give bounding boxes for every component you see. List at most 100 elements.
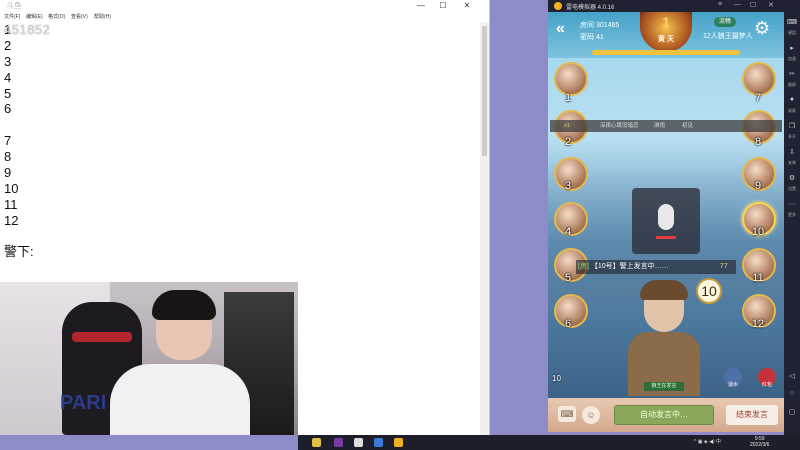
seat-number: 8 (754, 136, 762, 148)
seat-number: 3 (564, 180, 572, 192)
sidebar-label: 键盘 (788, 30, 796, 35)
red-packet-label: 红包 (761, 382, 772, 388)
menu-format[interactable]: 格式(O) (48, 13, 65, 20)
room-tag: [房] (578, 263, 589, 270)
bottom-action-bar: ⌨ ☺ 自动发言中… 结束发言 (548, 398, 784, 432)
room-password: 密码 41 (580, 34, 604, 41)
text-line: 9 (4, 165, 12, 181)
notepad-text-area[interactable]: 1 2 3 4 5 6 7 8 9 10 11 12 警下: (4, 22, 34, 260)
menu-icon[interactable]: ≡ (718, 1, 722, 8)
end-speech-button[interactable]: 结束发言 (726, 405, 778, 425)
room-number: 房间 301465 (580, 22, 620, 29)
recents-nav-icon[interactable]: ▢ (787, 408, 797, 418)
menu-edit[interactable]: 编辑(E) (26, 13, 43, 20)
sidebar-label: 加速 (788, 56, 796, 61)
back-icon[interactable]: « (556, 20, 565, 38)
notepad-scrollbar[interactable] (480, 22, 489, 435)
rescue-button[interactable]: 退水 (724, 368, 742, 388)
player-counter: 10 (552, 374, 561, 383)
text-line: 6 (4, 101, 12, 117)
emulator-window[interactable]: 雷电模拟器 4.0.16 ≡ — ☐ ✕ « 房间 301465 密码 41 1… (548, 0, 784, 432)
emulator-logo-icon (554, 2, 562, 10)
sidebar-label: 截屏 (788, 82, 796, 87)
gear-icon[interactable]: ⚙ (754, 18, 770, 39)
text-line: 5 (4, 85, 12, 101)
text-line: 4 (4, 69, 12, 85)
speaking-text: 【10号】警上发言中…… (590, 263, 669, 270)
app-icon[interactable] (334, 438, 343, 447)
app-icon[interactable] (354, 438, 363, 447)
progress-bar (592, 50, 740, 55)
microphone-panel[interactable] (632, 188, 700, 254)
notepad-menubar: 文件(F) 编辑(E) 格式(O) 查看(V) 帮助(H) (0, 11, 490, 21)
badge-text: 黄 天 (658, 36, 674, 43)
text-line (4, 117, 34, 133)
microphone-icon (658, 204, 674, 230)
emulator-icon[interactable] (394, 438, 403, 447)
desktop: — ☐ ✕ 文件(F) 编辑(E) 格式(O) 查看(V) 帮助(H) 1 2 … (0, 0, 800, 450)
close-button[interactable]: ✕ (456, 0, 478, 11)
maximize-button[interactable]: ☐ (432, 0, 454, 11)
menu-file[interactable]: 文件(F) (4, 13, 20, 20)
sidebar-label: 更多 (788, 212, 796, 217)
screenshot-icon[interactable]: ✂ (787, 70, 797, 80)
speaking-status: [房] 【10号】警上发言中…… 77 (576, 260, 736, 274)
text-line: 12 (4, 212, 19, 228)
menu-view[interactable]: 查看(V) (71, 13, 88, 20)
speed-icon[interactable]: ▸ (787, 44, 797, 54)
red-packet-button[interactable]: 红包 (758, 368, 776, 388)
emulator-titlebar[interactable]: 雷电模拟器 4.0.16 ≡ — ☐ ✕ (548, 0, 784, 12)
minimize-button[interactable]: — (734, 1, 741, 8)
tray-icons[interactable]: ^ ▣ ◈ ◀) 中 (694, 438, 721, 445)
auto-speak-button[interactable]: 自动发言中… (614, 405, 714, 425)
notepad-titlebar[interactable]: — ☐ ✕ (0, 0, 490, 11)
keyboard-icon[interactable]: ⌨ (558, 406, 576, 422)
multiplier-badge: x1 (564, 123, 570, 129)
sidebar-label: 录屏 (788, 108, 796, 113)
player-name: 淋雨 (654, 123, 666, 129)
werewolf-game-screen[interactable]: « 房间 301465 密码 41 1 黄 天 流畅 12人狼王摄梦人 ⚙ 1 … (548, 12, 784, 432)
player-info-strip: x1 深夜心跳没暗恋 淋雨 初见 (550, 120, 782, 132)
countdown: 77 (720, 263, 728, 270)
more-icon[interactable]: ⋯ (787, 200, 797, 210)
webcam-feed: PARI (0, 282, 298, 435)
seat-number: 5 (564, 272, 572, 284)
speaker-character: 狼王在发言 (628, 280, 700, 396)
close-button[interactable]: ✕ (768, 1, 774, 9)
game-mode-label: 12人狼王摄梦人 (703, 33, 753, 40)
emulator-sidebar: ⌨ 键盘 ▸ 加速 ✂ 截屏 ● 录屏 ❐ 多开 ⇩ 安装 ⚙ 设置 ⋯ 更多 … (784, 0, 800, 435)
sidebar-label: 多开 (788, 134, 796, 139)
multi-instance-icon[interactable]: ❐ (787, 122, 797, 132)
player-name: 初见 (682, 123, 694, 129)
text-line: 7 (4, 133, 12, 149)
stream-logo-watermark: 斗鱼 (6, 1, 22, 10)
room-id-watermark: 451852 (4, 22, 51, 37)
scroll-thumb[interactable] (482, 26, 487, 156)
home-nav-icon[interactable]: ○ (787, 390, 797, 400)
emulator-title: 雷电模拟器 4.0.16 (566, 5, 615, 11)
player-seat-1[interactable] (554, 62, 588, 96)
back-nav-icon[interactable]: ◁ (787, 372, 797, 382)
settings-icon[interactable]: ⚙ (787, 174, 797, 184)
maximize-button[interactable]: ☐ (750, 1, 756, 9)
shirt-print: PARI (60, 392, 107, 414)
install-icon[interactable]: ⇩ (787, 148, 797, 158)
minimize-button[interactable]: — (410, 0, 432, 11)
record-icon[interactable]: ● (787, 96, 797, 106)
badge-level: 1 (662, 14, 670, 30)
seat-number: 1 (564, 92, 572, 104)
emoji-icon[interactable]: ☺ (582, 406, 600, 424)
text-line: 2 (4, 37, 12, 53)
clock[interactable]: 9:59 2022/3/6 (750, 436, 769, 448)
current-speaker-number: 10 (696, 278, 722, 304)
browser-icon[interactable] (374, 438, 383, 447)
seat-number: 7 (754, 92, 762, 104)
text-line (4, 229, 34, 245)
app-icon[interactable] (312, 438, 321, 447)
seat-number: 2 (564, 136, 572, 148)
keyboard-icon[interactable]: ⌨ (787, 18, 797, 28)
player-seat-7[interactable] (742, 62, 776, 96)
menu-help[interactable]: 帮助(H) (94, 13, 111, 20)
text-line: 11 (4, 196, 18, 212)
sidebar-label: 安装 (788, 160, 796, 165)
